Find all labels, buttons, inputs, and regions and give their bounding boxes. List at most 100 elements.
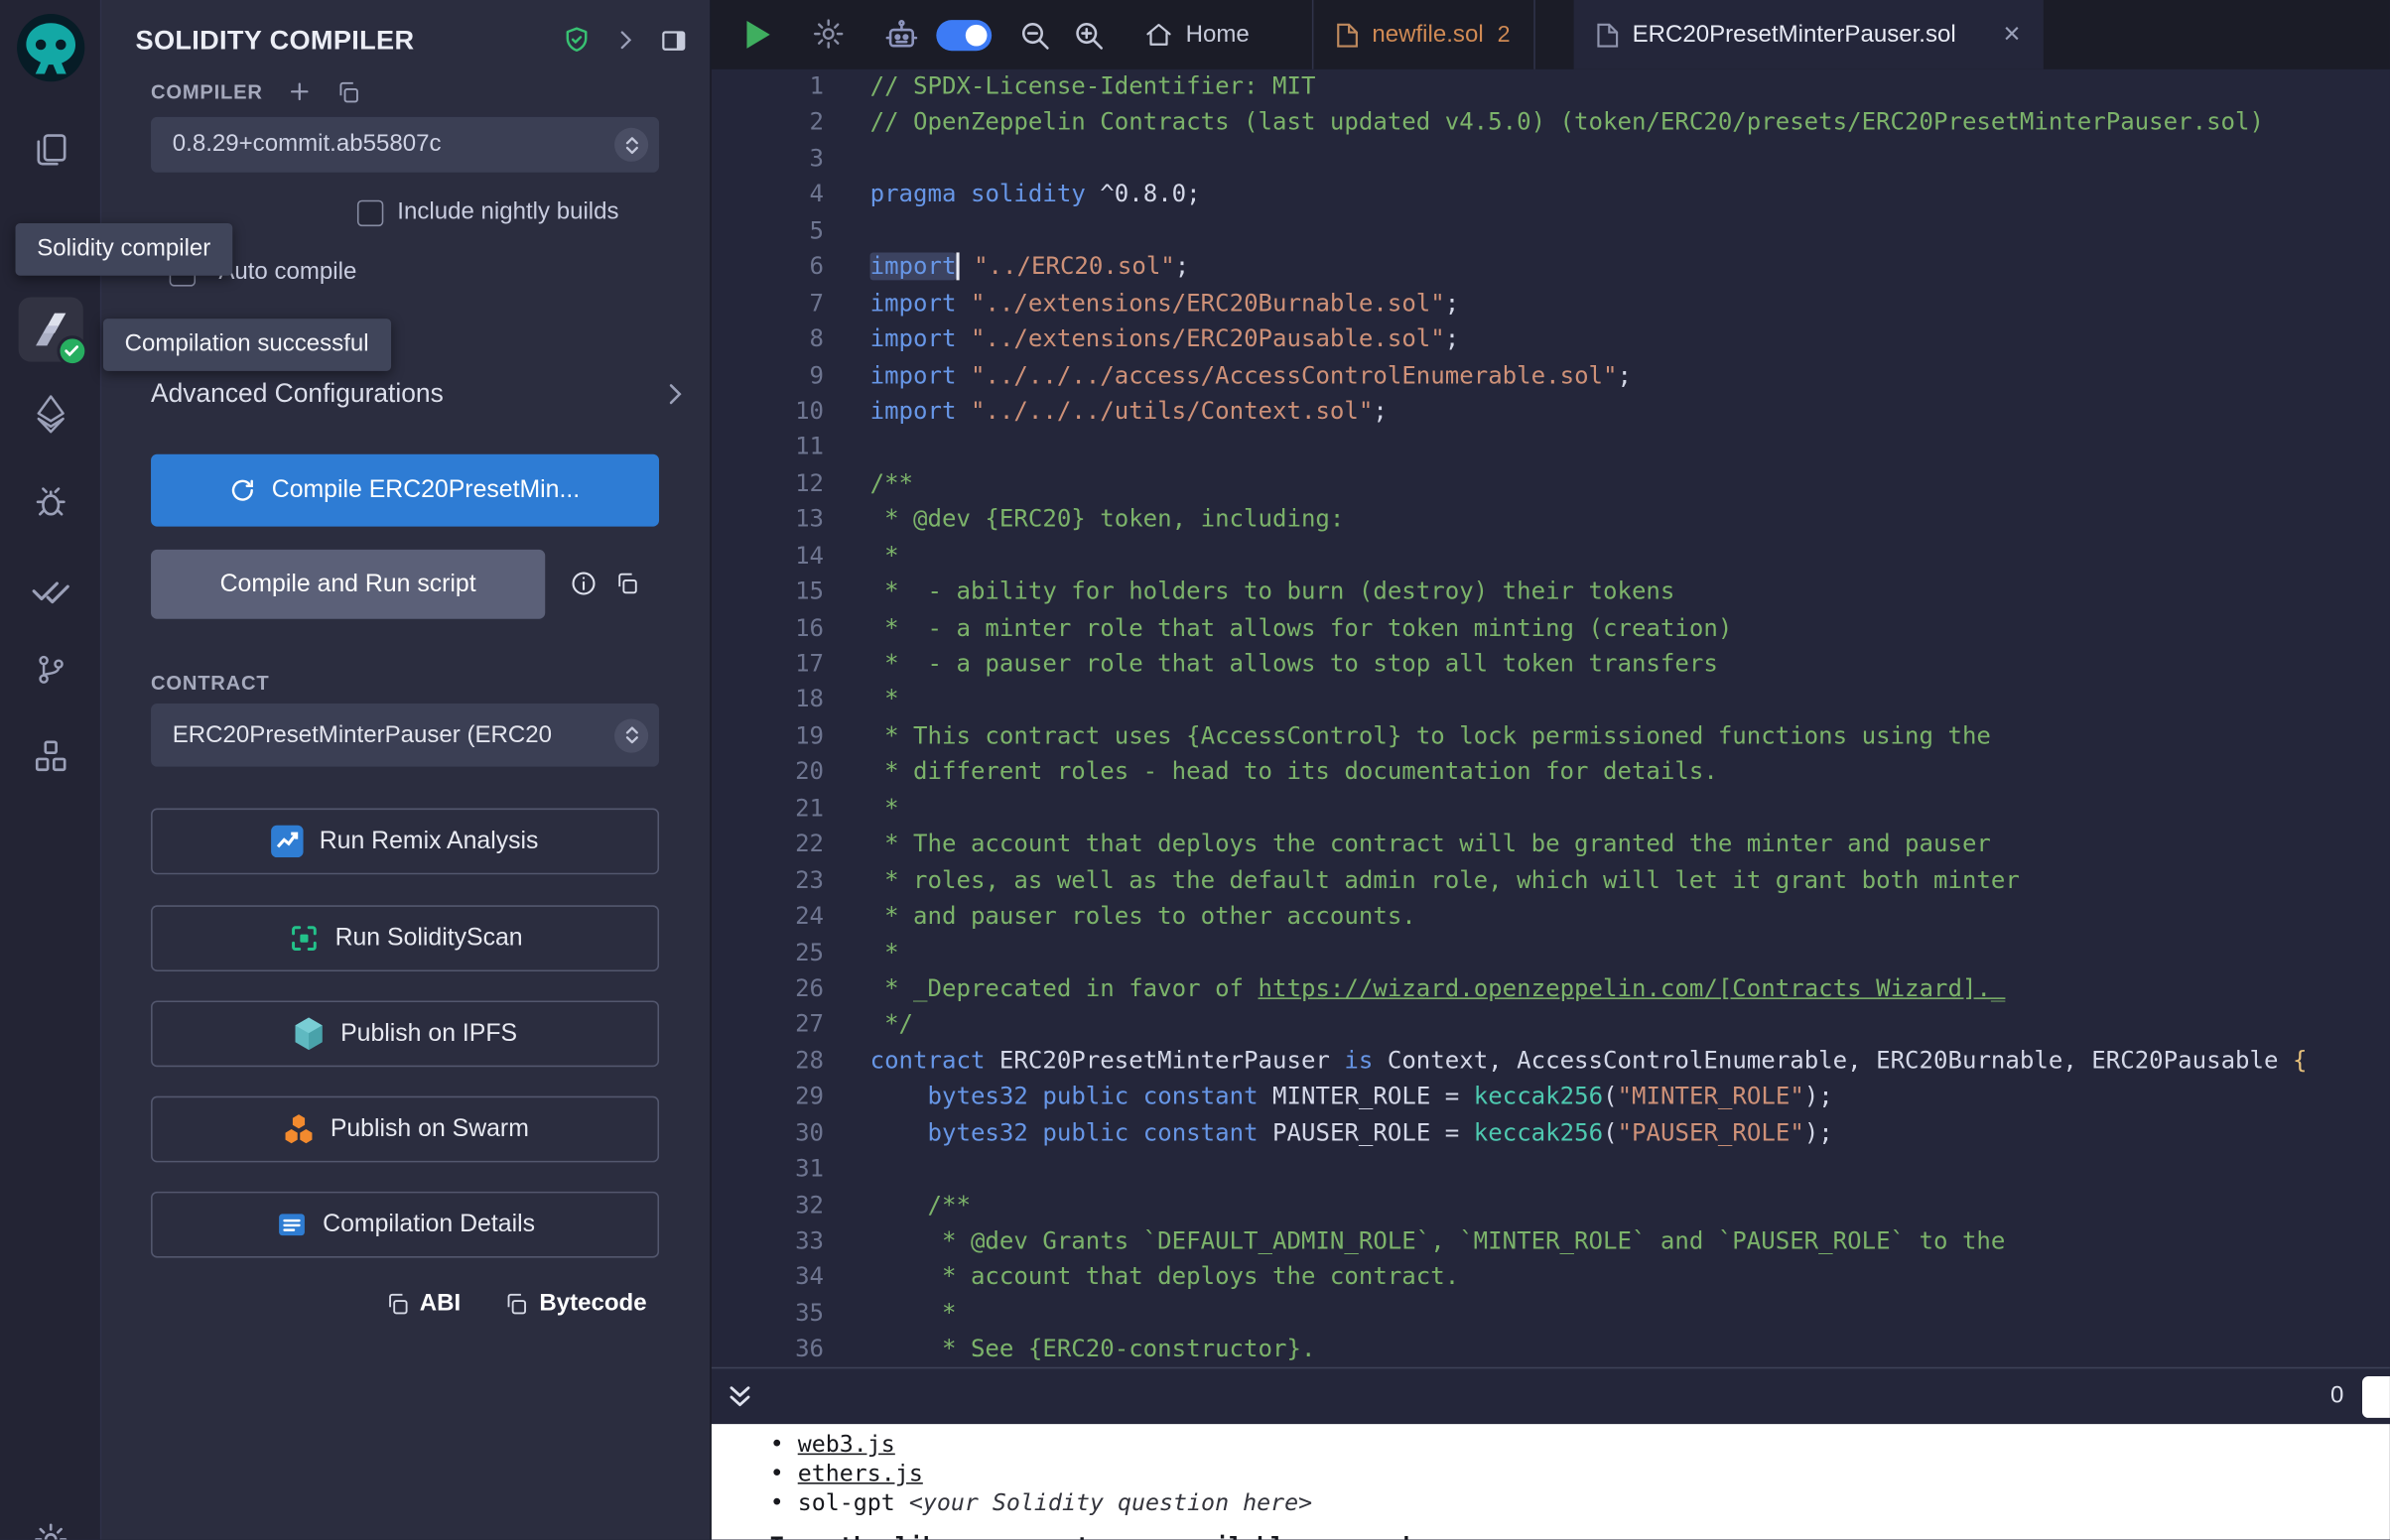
- line-number[interactable]: 24: [710, 899, 869, 935]
- compilation-details-button[interactable]: Compilation Details: [151, 1192, 659, 1258]
- copy-abi-button[interactable]: ABI: [384, 1290, 461, 1318]
- ai-copilot-robot-icon[interactable]: [882, 16, 921, 55]
- docs-chevron-icon[interactable]: [612, 28, 637, 53]
- line-number[interactable]: 22: [710, 827, 869, 862]
- code-line[interactable]: 7import "../extensions/ERC20Burnable.sol…: [710, 286, 2390, 321]
- code-line[interactable]: 1// SPDX-License-Identifier: MIT: [710, 69, 2390, 105]
- code-line[interactable]: 15 * - ability for holders to burn (dest…: [710, 575, 2390, 610]
- tab-erc20presetminterpauser[interactable]: ERC20PresetMinterPauser.sol ×: [1574, 0, 2044, 69]
- line-number[interactable]: 6: [710, 250, 869, 286]
- code-line[interactable]: 27 */: [710, 1007, 2390, 1043]
- line-number[interactable]: 7: [710, 286, 869, 321]
- code-line[interactable]: 4pragma solidity ^0.8.0;: [710, 178, 2390, 213]
- line-number[interactable]: 23: [710, 863, 869, 899]
- line-number[interactable]: 30: [710, 1115, 869, 1151]
- run-script-play-icon[interactable]: [743, 19, 772, 52]
- tab-home[interactable]: Home: [1129, 0, 1264, 69]
- copy-script-icon[interactable]: [614, 572, 639, 596]
- copilot-toggle[interactable]: [936, 20, 992, 51]
- code-line[interactable]: 36 * See {ERC20-constructor}.: [710, 1333, 2390, 1367]
- terminal-search-box[interactable]: [2362, 1376, 2390, 1418]
- line-number[interactable]: 35: [710, 1296, 869, 1332]
- code-line[interactable]: 18 *: [710, 683, 2390, 718]
- code-line[interactable]: 11: [710, 430, 2390, 465]
- zoom-in-icon[interactable]: [1072, 19, 1106, 53]
- code-line[interactable]: 6import "../ERC20.sol";: [710, 250, 2390, 286]
- deploy-run-icon[interactable]: [22, 386, 77, 442]
- debugger-icon[interactable]: [22, 474, 77, 530]
- code-line[interactable]: 35 *: [710, 1296, 2390, 1332]
- script-config-gear-icon[interactable]: [812, 17, 846, 51]
- publish-swarm-button[interactable]: Publish on Swarm: [151, 1096, 659, 1163]
- line-number[interactable]: 21: [710, 791, 869, 827]
- code-editor[interactable]: 1// SPDX-License-Identifier: MIT2// Open…: [710, 69, 2390, 1367]
- tab-close-icon[interactable]: ×: [2003, 20, 2020, 49]
- line-number[interactable]: 1: [710, 69, 869, 105]
- line-number[interactable]: 2: [710, 105, 869, 141]
- git-icon[interactable]: [22, 642, 77, 698]
- publish-ipfs-button[interactable]: Publish on IPFS: [151, 1000, 659, 1067]
- code-line[interactable]: 22 * The account that deploys the contra…: [710, 827, 2390, 862]
- code-line[interactable]: 3: [710, 142, 2390, 178]
- include-nightly-checkbox[interactable]: [357, 200, 383, 226]
- compile-button[interactable]: Compile ERC20PresetMin...: [151, 454, 659, 527]
- compile-and-run-button[interactable]: Compile and Run script: [151, 550, 545, 619]
- line-number[interactable]: 20: [710, 755, 869, 791]
- line-number[interactable]: 8: [710, 321, 869, 357]
- solidity-compiler-icon[interactable]: [18, 297, 82, 361]
- settings-icon[interactable]: [22, 1512, 77, 1540]
- advanced-configurations-row[interactable]: Advanced Configurations: [151, 379, 688, 410]
- tab-newfile[interactable]: newfile.sol 2: [1312, 0, 1535, 69]
- pin-panel-icon[interactable]: [659, 26, 688, 55]
- line-number[interactable]: 34: [710, 1260, 869, 1296]
- code-line[interactable]: 17 * - a pauser role that allows to stop…: [710, 647, 2390, 683]
- code-line[interactable]: 30 bytes32 public constant PAUSER_ROLE =…: [710, 1115, 2390, 1151]
- code-line[interactable]: 19 * This contract uses {AccessControl} …: [710, 718, 2390, 754]
- line-number[interactable]: 28: [710, 1044, 869, 1080]
- line-number[interactable]: 36: [710, 1333, 869, 1367]
- terminal-library-link[interactable]: web3.js: [798, 1430, 895, 1458]
- line-number[interactable]: 26: [710, 971, 869, 1007]
- line-number[interactable]: 18: [710, 683, 869, 718]
- line-number[interactable]: 3: [710, 142, 869, 178]
- terminal-library-link[interactable]: ethers.js: [798, 1460, 923, 1487]
- line-number[interactable]: 12: [710, 466, 869, 502]
- line-number[interactable]: 15: [710, 575, 869, 610]
- line-number[interactable]: 27: [710, 1007, 869, 1043]
- copy-version-icon[interactable]: [335, 79, 360, 104]
- compiler-version-select[interactable]: 0.8.29+commit.ab55807c: [151, 117, 659, 173]
- code-line[interactable]: 16 * - a minter role that allows for tok…: [710, 610, 2390, 646]
- unit-testing-icon[interactable]: [22, 562, 77, 617]
- file-explorer-icon[interactable]: [22, 122, 77, 178]
- code-line[interactable]: 28contract ERC20PresetMinterPauser is Co…: [710, 1044, 2390, 1080]
- code-line[interactable]: 24 * and pauser roles to other accounts.: [710, 899, 2390, 935]
- line-number[interactable]: 19: [710, 718, 869, 754]
- line-number[interactable]: 29: [710, 1080, 869, 1115]
- info-icon[interactable]: [570, 570, 598, 597]
- line-number[interactable]: 16: [710, 610, 869, 646]
- line-number[interactable]: 31: [710, 1152, 869, 1188]
- copy-bytecode-button[interactable]: Bytecode: [504, 1290, 647, 1318]
- line-number[interactable]: 11: [710, 430, 869, 465]
- line-number[interactable]: 13: [710, 502, 869, 538]
- code-line[interactable]: 31: [710, 1152, 2390, 1188]
- code-line[interactable]: 29 bytes32 public constant MINTER_ROLE =…: [710, 1080, 2390, 1115]
- line-number[interactable]: 17: [710, 647, 869, 683]
- code-line[interactable]: 5: [710, 213, 2390, 249]
- code-line[interactable]: 32 /**: [710, 1188, 2390, 1223]
- code-line[interactable]: 8import "../extensions/ERC20Pausable.sol…: [710, 321, 2390, 357]
- line-number[interactable]: 33: [710, 1223, 869, 1259]
- code-line[interactable]: 10import "../../../utils/Context.sol";: [710, 394, 2390, 430]
- line-number[interactable]: 5: [710, 213, 869, 249]
- terminal-output[interactable]: •web3.js•ethers.js•sol-gpt <your Solidit…: [710, 1424, 2390, 1539]
- contract-select[interactable]: ERC20PresetMinterPauser (ERC20: [151, 704, 659, 767]
- code-line[interactable]: 26 * _Deprecated in favor of https://wiz…: [710, 971, 2390, 1007]
- code-line[interactable]: 14 *: [710, 539, 2390, 575]
- code-line[interactable]: 13 * @dev {ERC20} token, including:: [710, 502, 2390, 538]
- code-line[interactable]: 9import "../../../access/AccessControlEn…: [710, 358, 2390, 394]
- plugin-manager-icon[interactable]: [22, 728, 77, 784]
- code-line[interactable]: 34 * account that deploys the contract.: [710, 1260, 2390, 1296]
- run-remix-analysis-button[interactable]: Run Remix Analysis: [151, 809, 659, 875]
- run-solidityscan-button[interactable]: Run SolidityScan: [151, 905, 659, 971]
- line-number[interactable]: 9: [710, 358, 869, 394]
